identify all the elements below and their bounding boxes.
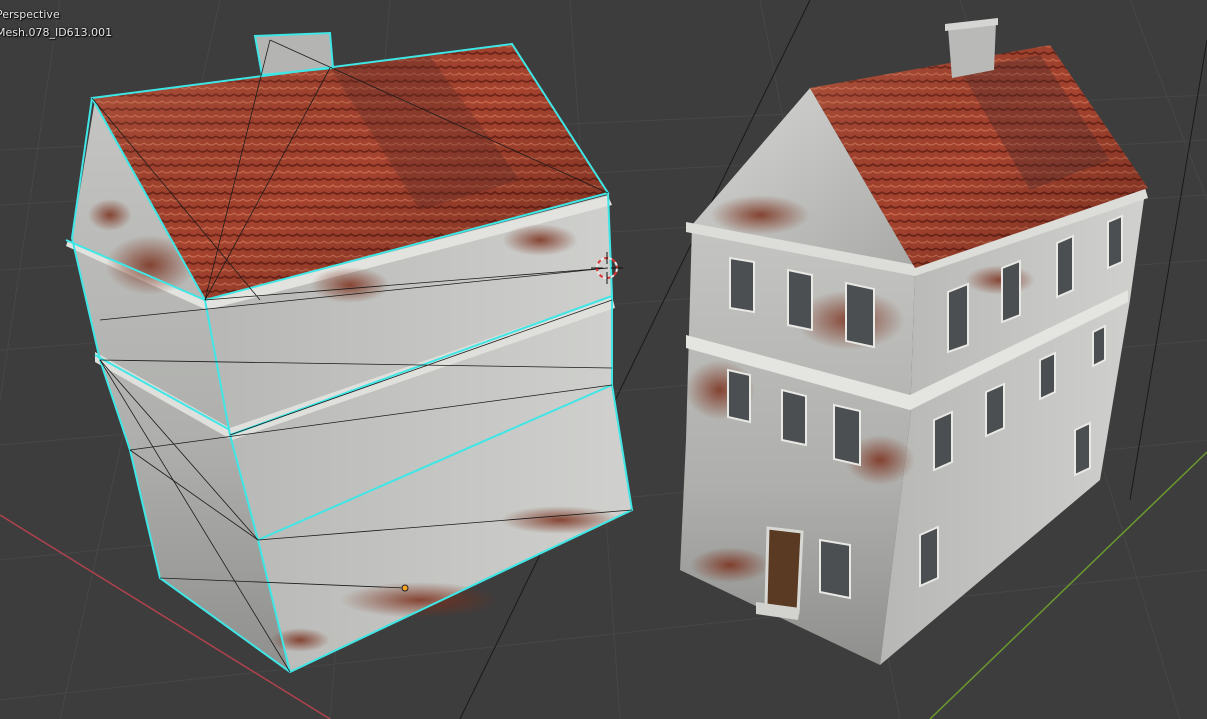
- 3d-viewport[interactable]: [0, 0, 1207, 719]
- right-house-door: [764, 526, 804, 614]
- right-house-chimney: [948, 22, 996, 78]
- object-origin-icon: [401, 584, 409, 592]
- active-object-label: Mesh.078_ID613.001: [0, 26, 113, 39]
- view-mode-label: Perspective: [0, 8, 60, 21]
